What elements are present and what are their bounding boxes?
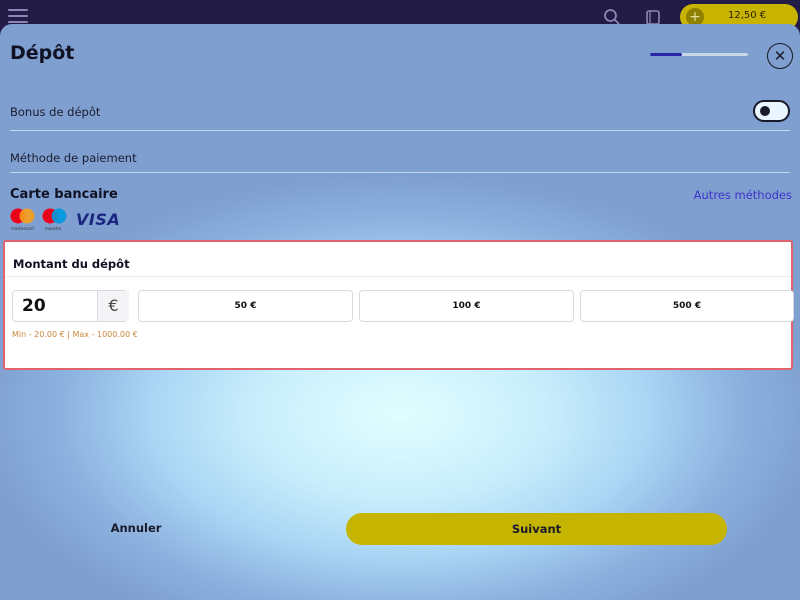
card-method-title[interactable]: Carte bancaire — [10, 187, 118, 202]
maestro-caption: maestro — [45, 226, 62, 231]
preset-amount-button[interactable]: 100 € — [359, 290, 574, 322]
deposit-amount-title: Montant du dépôt — [13, 257, 130, 271]
amount-input[interactable]: 20 € — [12, 290, 129, 322]
close-button[interactable]: ✕ — [767, 43, 793, 69]
other-methods-link[interactable]: Autres méthodes — [694, 188, 792, 202]
deposit-limits: Min - 20.00 € | Max - 1000.00 € — [12, 330, 138, 339]
currency-label: € — [97, 291, 129, 321]
preset-amount-button[interactable]: 500 € — [580, 290, 794, 322]
deposit-modal: Dépôt ✕ Bonus de dépôt Méthode de paieme… — [0, 24, 800, 600]
mastercard-logo — [10, 208, 35, 224]
toggle-knob — [760, 106, 770, 116]
step-progress — [650, 53, 748, 56]
step-progress-fill — [650, 53, 683, 56]
preset-amount-button[interactable]: 50 € — [138, 290, 353, 322]
balance-amount: 12,50 € — [728, 10, 767, 21]
deposit-amount-section: Montant du dépôt 20 € 50 € 100 € 500 € M… — [3, 240, 794, 370]
bonus-label: Bonus de dépôt — [10, 105, 101, 119]
maestro-logo — [42, 208, 67, 224]
divider — [10, 130, 790, 131]
amount-value[interactable]: 20 — [22, 296, 46, 316]
visa-logo: VISA — [76, 210, 121, 229]
payment-method-label: Méthode de paiement — [10, 151, 137, 165]
bonus-toggle[interactable] — [753, 100, 790, 122]
divider — [10, 172, 790, 173]
modal-title: Dépôt — [10, 42, 75, 64]
mastercard-caption: mastercard — [11, 226, 34, 231]
divider — [5, 276, 791, 277]
next-button[interactable]: Suivant — [346, 513, 727, 545]
cancel-button[interactable]: Annuler — [96, 512, 176, 544]
